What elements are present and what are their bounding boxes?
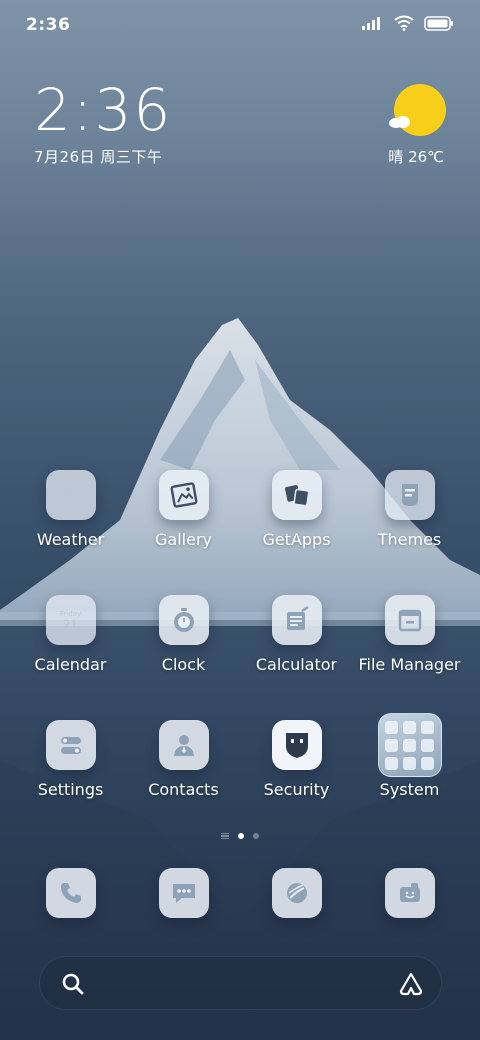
clock-widget-time: 2:36: [34, 76, 173, 144]
folder-mini-app: [403, 756, 416, 770]
assistant-icon[interactable]: [397, 970, 425, 998]
calendar-icon: Friday 21: [45, 595, 96, 645]
app-security[interactable]: Security: [240, 720, 353, 820]
cloud-icon: [389, 116, 410, 128]
folder-mini-app: [403, 720, 416, 734]
app-file-manager[interactable]: File Manager: [353, 595, 466, 695]
camera-icon: [384, 868, 435, 918]
settings-glyph: [60, 737, 81, 754]
clock-widget-date: 7月26日 周三下午: [34, 148, 163, 166]
folder-mini-app: [421, 738, 434, 752]
status-icons: [362, 15, 454, 31]
browser-glyph: [286, 883, 307, 903]
weather-icon: 0°: [45, 470, 96, 520]
clock-glyph: [173, 608, 194, 632]
weather-tile-text: 0°: [64, 489, 77, 501]
file-manager-icon: [384, 595, 435, 645]
app-contacts[interactable]: Contacts: [127, 720, 240, 820]
folder-mini-app: [421, 720, 434, 734]
dock-camera[interactable]: [353, 868, 466, 920]
folder-mini-app: [403, 738, 416, 752]
dock: [14, 868, 466, 920]
calculator-glyph: [286, 606, 309, 630]
app-gallery[interactable]: Gallery: [127, 470, 240, 570]
messages-icon: [158, 868, 209, 918]
messages-glyph: [172, 884, 195, 903]
contacts-glyph: [173, 735, 194, 756]
contacts-icon: [158, 720, 209, 770]
getapps-glyph: [284, 485, 309, 507]
app-label: Gallery: [155, 530, 212, 549]
gallery-glyph: [170, 482, 197, 508]
app-row-2: Friday 21 Calendar Clock Calculator File…: [14, 595, 466, 695]
app-label: System: [379, 780, 440, 799]
folder-mini-app: [385, 756, 398, 770]
app-label: GetApps: [262, 530, 331, 549]
app-label: Themes: [377, 530, 442, 549]
status-time: 2:36: [26, 15, 71, 35]
search-icon[interactable]: [61, 972, 85, 996]
app-label: Calendar: [34, 655, 107, 674]
clock-icon: [158, 595, 209, 645]
app-clock[interactable]: Clock: [127, 595, 240, 695]
app-label: Settings: [37, 780, 104, 799]
app-weather[interactable]: 0° Weather: [14, 470, 127, 570]
file-manager-glyph: [398, 609, 421, 632]
security-glyph: [285, 733, 308, 758]
dock-phone[interactable]: [14, 868, 127, 920]
app-label: Weather: [36, 530, 105, 549]
app-settings[interactable]: Settings: [14, 720, 127, 820]
themes-icon: [384, 470, 435, 520]
page-indicator[interactable]: [0, 828, 480, 844]
themes-glyph: [401, 484, 418, 506]
wifi-icon: [394, 15, 414, 31]
app-calendar[interactable]: Friday 21 Calendar: [14, 595, 127, 695]
app-label: File Manager: [358, 655, 461, 674]
calendar-tile-date: 21: [63, 617, 78, 631]
folder-mini-app: [421, 756, 434, 770]
app-calculator[interactable]: Calculator: [240, 595, 353, 695]
gallery-icon: [158, 470, 209, 520]
calculator-icon: [271, 595, 322, 645]
browser-icon: [271, 868, 322, 918]
status-bar: 2:36: [0, 0, 480, 52]
app-themes[interactable]: Themes: [353, 470, 466, 570]
feed-indicator[interactable]: [221, 832, 229, 840]
getapps-icon: [271, 470, 322, 520]
folder-mini-app: [385, 738, 398, 752]
calendar-tile-day: Friday: [59, 609, 82, 618]
app-row-3: Settings Contacts Security System: [14, 713, 466, 820]
sun-icon: [394, 84, 446, 136]
phone-icon: [45, 868, 96, 918]
app-label: Clock: [161, 655, 206, 674]
app-system-folder[interactable]: System: [353, 713, 466, 820]
battery-icon: [424, 15, 453, 31]
app-getapps[interactable]: GetApps: [240, 470, 353, 570]
app-row-1: 0° Weather Gallery GetApps Themes: [14, 470, 466, 570]
settings-icon: [45, 720, 96, 770]
app-label: Calculator: [255, 655, 338, 674]
page-dot[interactable]: [253, 833, 259, 839]
clock-widget[interactable]: 2:36 7月26日 周三下午: [34, 78, 284, 168]
folder-mini-app: [385, 720, 398, 734]
app-label: Contacts: [148, 780, 219, 799]
security-icon: [271, 720, 322, 770]
folder-icon: [377, 713, 442, 777]
weather-text: 晴 26℃: [388, 148, 444, 166]
phone-glyph: [60, 883, 81, 903]
dock-browser[interactable]: [240, 868, 353, 920]
camera-glyph: [399, 883, 420, 902]
page-dot-active[interactable]: [238, 833, 244, 839]
signal-icon: [362, 17, 380, 30]
dock-messages[interactable]: [127, 868, 240, 920]
weather-widget[interactable]: 晴 26℃: [374, 84, 446, 166]
search-bar[interactable]: [39, 956, 442, 1010]
app-label: Security: [263, 780, 330, 799]
